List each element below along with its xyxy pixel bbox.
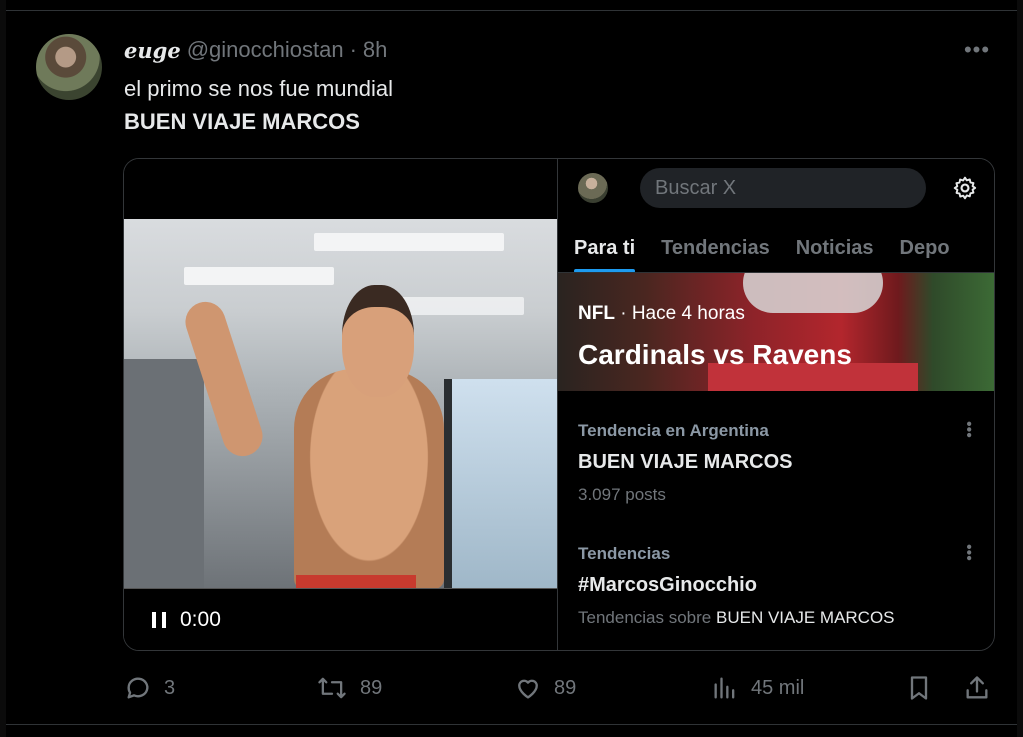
- trend-item: Tendencias ••• #MarcosGinocchio Tendenci…: [558, 544, 994, 644]
- window: [444, 379, 557, 589]
- search-box: Buscar X: [640, 168, 926, 208]
- top-divider: [0, 10, 1023, 11]
- share-button[interactable]: [963, 670, 991, 706]
- trend-related-topic: BUEN VIAJE MARCOS: [715, 608, 895, 627]
- kebab-icon: •••: [960, 421, 977, 438]
- more-options-icon[interactable]: •••: [961, 36, 993, 64]
- view-count: 45 mil: [751, 676, 805, 699]
- right-frame: [1017, 0, 1023, 737]
- mini-avatar: [578, 173, 608, 203]
- hero-category: NFL: [578, 303, 615, 324]
- like-button[interactable]: 89: [514, 670, 576, 706]
- ceiling-light: [314, 233, 504, 251]
- tab-bar: Para ti Tendencias Noticias Depo: [558, 225, 994, 273]
- video-frame[interactable]: [124, 219, 557, 589]
- separator-dot: ·: [349, 37, 357, 62]
- tweet-text: el primo se nos fue mundial BUEN VIAJE M…: [124, 72, 393, 138]
- video-controls: 0:00: [124, 589, 557, 650]
- video-timecode: 0:00: [180, 607, 221, 631]
- tab-noticias: Noticias: [795, 237, 874, 259]
- search-placeholder: Buscar X: [655, 176, 737, 199]
- trend-category: Tendencias: [578, 544, 671, 563]
- display-name[interactable]: euge: [124, 38, 181, 63]
- tweet-header: euge @ginocchiostan · 8h: [124, 36, 387, 64]
- share-icon: [966, 676, 988, 699]
- reply-count: 3: [164, 676, 176, 699]
- avatar[interactable]: [36, 34, 102, 100]
- trend-item: Tendencia en Argentina ••• BUEN VIAJE MA…: [558, 421, 994, 521]
- like-count: 89: [554, 676, 577, 699]
- timestamp[interactable]: 8h: [363, 37, 387, 63]
- embedded-screenshot[interactable]: Buscar X Para ti Tendencias Noticias Dep…: [558, 159, 994, 650]
- heart-icon: [518, 679, 538, 699]
- person-body: [294, 369, 444, 589]
- repost-count: 89: [360, 676, 383, 699]
- reply-icon: [127, 677, 149, 699]
- trend-name: BUEN VIAJE MARCOS: [578, 451, 793, 473]
- user-handle[interactable]: @ginocchiostan: [187, 37, 344, 63]
- person-head: [342, 285, 414, 397]
- waistband: [296, 575, 416, 589]
- repost-button[interactable]: 89: [316, 670, 382, 706]
- tab-tendencias: Tendencias: [661, 237, 770, 259]
- trend-posts: 3.097 posts: [578, 485, 666, 504]
- hero-separator: ·: [620, 303, 627, 324]
- media-container: 0:00 Buscar X Para ti Tendencias Noticia…: [123, 158, 995, 651]
- trend-related-prefix: Tendencias sobre: [578, 608, 716, 627]
- views-icon: [714, 677, 735, 699]
- kebab-icon: •••: [960, 544, 977, 561]
- pause-icon[interactable]: [152, 611, 166, 628]
- bottom-divider: [0, 724, 1023, 725]
- tab-para-ti: Para ti: [574, 225, 636, 273]
- reply-button[interactable]: 3: [124, 670, 175, 706]
- hero-card: NFL · Hace 4 horas Cardinals vs Ravens: [558, 273, 994, 391]
- hero-meta: NFL · Hace 4 horas: [578, 303, 745, 325]
- tab-deportes: Depo: [899, 237, 950, 259]
- tweet-text-line: el primo se nos fue mundial: [124, 76, 394, 101]
- hero-title: Cardinals vs Ravens: [578, 339, 852, 370]
- pillar: [124, 359, 204, 589]
- ceiling-light: [184, 267, 334, 285]
- repost-icon: [318, 677, 346, 699]
- bookmark-button[interactable]: [905, 670, 933, 706]
- tweet-text-line-bold: BUEN VIAJE MARCOS: [124, 109, 360, 134]
- trend-related: Tendencias sobre BUEN VIAJE MARCOS: [578, 608, 895, 628]
- bookmark-icon: [910, 676, 928, 700]
- gear-icon: [953, 176, 977, 200]
- left-frame: [0, 0, 6, 737]
- hero-helmet: [743, 273, 883, 313]
- video-player[interactable]: 0:00: [124, 159, 557, 650]
- hero-time: Hace 4 horas: [631, 303, 745, 324]
- views-button[interactable]: 45 mil: [711, 670, 804, 706]
- trend-category: Tendencia en Argentina: [578, 421, 769, 440]
- action-bar: 3 89 89 45 mil: [0, 670, 1023, 706]
- trend-name: #MarcosGinocchio: [578, 574, 757, 596]
